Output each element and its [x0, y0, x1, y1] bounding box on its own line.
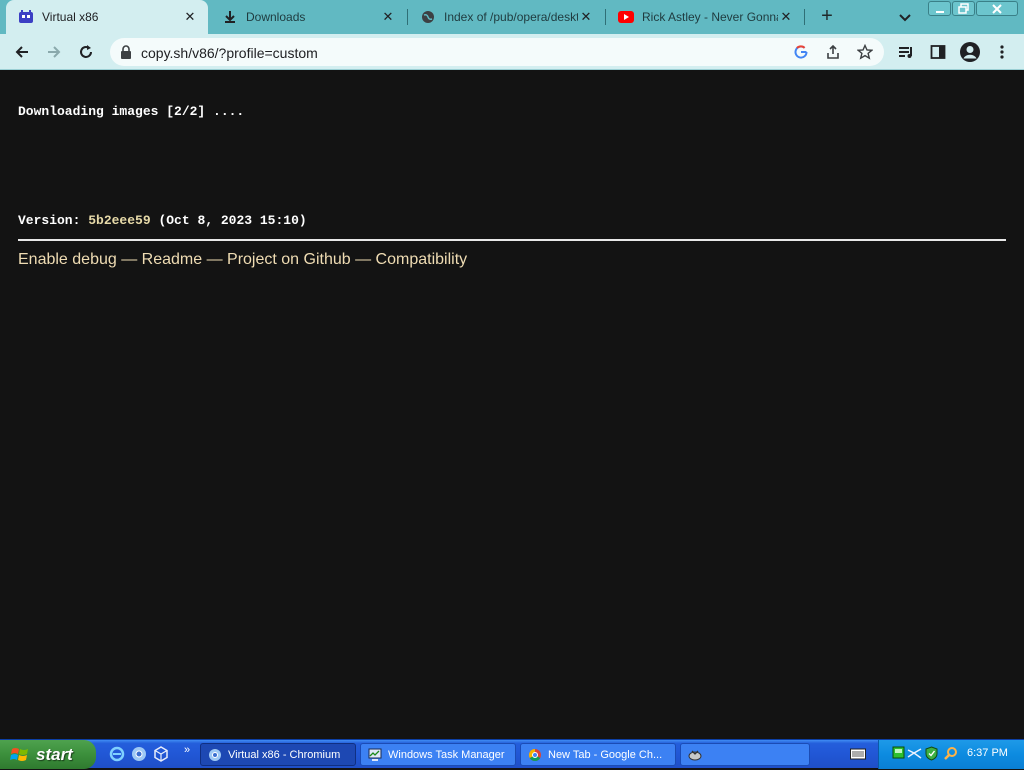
taskbar-window-virtual-x86[interactable]: Virtual x86 - Chromium — [200, 743, 356, 766]
footer-links: Enable debug — Readme — Project on Githu… — [18, 251, 467, 269]
task-manager-icon — [367, 747, 383, 763]
globe-icon — [420, 9, 436, 25]
taskbar-window-unlabeled[interactable] — [680, 743, 810, 766]
profile-avatar[interactable] — [958, 40, 982, 64]
tab-title: Index of /pub/opera/deskto — [444, 10, 578, 24]
close-icon[interactable]: ✕ — [578, 9, 594, 25]
version-hash-link[interactable]: 5b2eee59 — [88, 213, 150, 228]
link-separator: — — [350, 251, 376, 268]
link-separator: — — [202, 251, 228, 268]
minimize-button[interactable] — [928, 1, 951, 16]
security-shield-icon[interactable] — [924, 746, 939, 761]
taskbar-window-label: Windows Task Manager — [388, 748, 505, 761]
divider — [18, 239, 1006, 241]
reload-button[interactable] — [74, 40, 98, 64]
start-button[interactable]: start — [0, 740, 96, 769]
compatibility-link[interactable]: Compatibility — [376, 251, 468, 268]
system-tray: 6:37 PM — [878, 740, 1024, 769]
app-icon — [687, 747, 703, 763]
tab-virtual-x86[interactable]: Virtual x86 ✕ — [6, 0, 208, 34]
taskbar-window-task-manager[interactable]: Windows Task Manager — [360, 743, 516, 766]
close-window-button[interactable] — [976, 1, 1018, 16]
windows-flag-icon — [10, 745, 30, 765]
internet-explorer-icon[interactable] — [108, 745, 126, 763]
media-control-icon[interactable] — [894, 40, 918, 64]
restore-button[interactable] — [952, 1, 975, 16]
chevron-down-icon[interactable] — [896, 8, 914, 26]
back-button[interactable] — [10, 40, 34, 64]
virtualbox-icon[interactable] — [152, 745, 170, 763]
taskbar-window-label: Virtual x86 - Chromium — [228, 748, 341, 761]
chevron-right-icon[interactable]: » — [178, 741, 196, 759]
tab-title: Rick Astley - Never Gonna G — [642, 10, 778, 24]
page-content: Downloading images [2/2] .... Version: 5… — [0, 71, 1024, 739]
search-icon[interactable] — [943, 746, 958, 761]
network-icon[interactable] — [907, 746, 922, 761]
new-tab-button[interactable]: + — [816, 5, 838, 27]
taskbar-window-label: New Tab - Google Ch... — [548, 748, 663, 761]
lock-icon[interactable] — [120, 45, 132, 59]
close-icon[interactable]: ✕ — [778, 9, 794, 25]
keyboard-icon[interactable] — [850, 747, 866, 761]
chromium-icon[interactable] — [130, 745, 148, 763]
start-label: start — [36, 744, 73, 764]
taskbar: start » Virtual x86 - Chromium Windows T… — [0, 739, 1024, 769]
version-line: Version: 5b2eee59 (Oct 8, 2023 15:10) — [18, 213, 307, 228]
download-icon — [222, 9, 238, 25]
taskbar-window-new-tab[interactable]: New Tab - Google Ch... — [520, 743, 676, 766]
menu-kebab-icon[interactable] — [990, 40, 1014, 64]
side-panel-icon[interactable] — [926, 40, 950, 64]
youtube-icon — [618, 9, 634, 25]
display-icon[interactable] — [891, 746, 906, 761]
chrome-icon — [527, 747, 543, 763]
forward-button[interactable] — [42, 40, 66, 64]
github-link[interactable]: Project on Github — [227, 251, 351, 268]
enable-debug-link[interactable]: Enable debug — [18, 251, 117, 268]
browser-toolbar: copy.sh/v86/?profile=custom — [0, 34, 1024, 70]
tab-separator — [804, 9, 805, 25]
version-label: Version: — [18, 213, 89, 228]
tab-opera-index[interactable]: Index of /pub/opera/deskto ✕ — [408, 0, 604, 34]
share-icon[interactable] — [824, 43, 842, 61]
tab-title: Virtual x86 — [42, 10, 99, 24]
close-icon[interactable]: ✕ — [380, 9, 396, 25]
chromium-icon — [207, 747, 223, 763]
tab-youtube-rick-astley[interactable]: Rick Astley - Never Gonna G ✕ — [606, 0, 804, 34]
url-text[interactable]: copy.sh/v86/?profile=custom — [141, 45, 318, 61]
star-icon[interactable] — [856, 43, 874, 61]
v86-icon — [18, 9, 34, 25]
link-separator: — — [116, 251, 142, 268]
tab-title: Downloads — [246, 10, 306, 24]
google-icon[interactable] — [792, 43, 810, 61]
readme-link[interactable]: Readme — [142, 251, 202, 268]
tab-downloads[interactable]: Downloads ✕ — [210, 0, 406, 34]
tab-strip: Virtual x86 ✕ Downloads ✕ Index of /pub/… — [0, 0, 1024, 34]
close-icon[interactable]: ✕ — [182, 9, 198, 25]
clock[interactable]: 6:37 PM — [967, 747, 1008, 759]
download-status-text: Downloading images [2/2] .... — [18, 104, 245, 119]
address-bar[interactable]: copy.sh/v86/?profile=custom — [110, 38, 884, 66]
version-date: (Oct 8, 2023 15:10) — [150, 213, 307, 228]
